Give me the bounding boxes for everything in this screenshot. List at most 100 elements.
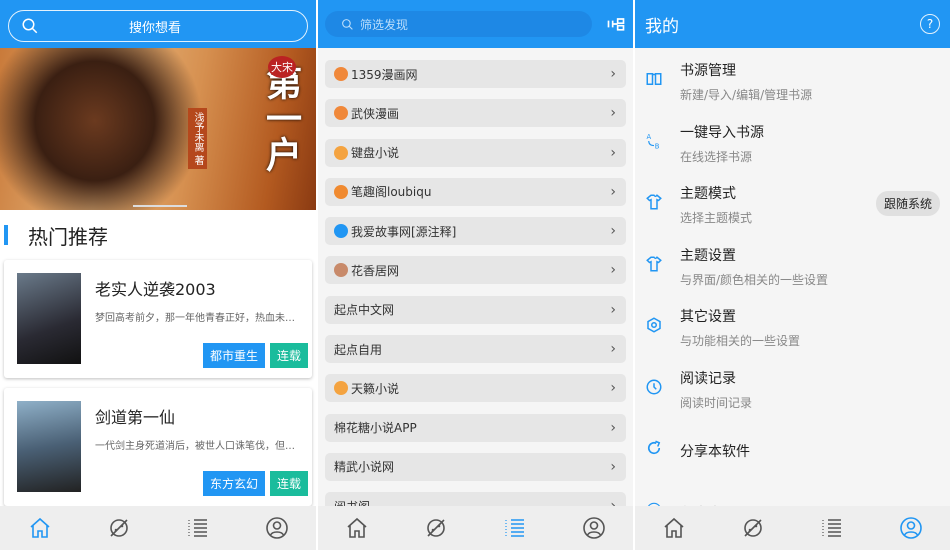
settings-item-subtitle: 新建/导入/编辑/管理书源 [680,88,813,102]
settings-item[interactable]: 主题设置与界面/颜色相关的一些设置 [635,233,950,295]
settings-item[interactable]: A B 一键导入书源 在线选择书源 [635,110,950,172]
chevron-right-icon: › [610,144,616,161]
banner-author: 浅予未离 著 [188,108,207,170]
home-tab-icon[interactable] [659,513,689,543]
source-item[interactable]: 起点自用 › [325,335,626,364]
settings-list: 书源管理 新建/导入/编辑/管理书源 A B 一键导入书源 在线选择书源 主题模式 选择主题模… [635,48,950,540]
chevron-right-icon: › [610,458,616,475]
orange-fan-icon [334,106,348,121]
discover-search-bar[interactable]: 筛选发现 [325,11,592,37]
profile-tab-icon[interactable] [262,513,292,543]
chevron-right-icon: › [610,223,616,240]
home-search-bar[interactable]: 搜你想看 [8,10,308,42]
home-tab-icon[interactable] [342,513,372,543]
genre-tag[interactable]: 东方玄幻 [202,471,265,496]
list-tab-icon[interactable] [183,513,213,543]
bottom-nav [318,506,633,550]
settings-item[interactable]: 分享本软件 [635,417,950,479]
explore-tab-icon[interactable] [421,513,451,543]
chevron-right-icon: › [610,262,616,279]
source-item[interactable]: 起点中文网 › [325,295,626,324]
status-tag[interactable]: 连载 [269,471,308,496]
source-label: 起点中文网 [334,303,395,318]
chevron-right-icon: › [610,66,616,82]
source-item[interactable]: 键盘小说 › [325,138,626,167]
flame-icon [334,184,348,199]
svg-text:B: B [655,142,660,150]
settings-item-title: 书源管理 [680,63,736,79]
home-tab-icon[interactable] [25,513,55,543]
section-title: 热门推荐 [28,224,108,249]
section-header: 热门推荐 [0,210,316,260]
source-label: 我爱故事网[源注释] [351,224,457,239]
search-icon [22,18,38,34]
settings-item[interactable]: 其它设置与功能相关的一些设置 [635,294,950,356]
source-label: 起点自用 [334,342,383,357]
source-item[interactable]: 武侠漫画 › [325,99,626,128]
search-placeholder: 筛选发现 [360,17,409,32]
book-cover [17,401,81,492]
list-tab-icon[interactable] [817,513,847,543]
settings-item-title: 主题设置 [680,247,736,264]
chevron-right-icon: › [610,105,616,122]
banner-carousel[interactable]: 第一户 大宋 浅予未离 著 [0,48,316,210]
source-label: 笔趣阁loubiqu [351,185,432,200]
book-icon [646,73,662,85]
profile-tab-icon[interactable] [896,513,926,543]
discover-header: 筛选发现 [318,0,633,48]
status-tag[interactable]: 连载 [269,343,308,368]
section-accent-bar [4,225,8,245]
source-item[interactable]: 1359漫画网 › [325,60,626,88]
book-title: 老实人逆袭2003 [95,280,216,299]
source-item[interactable]: 我爱故事网[源注释] › [325,217,626,246]
settings-item-title: 阅读记录 [680,370,736,387]
source-item[interactable]: 精武小说网 › [325,452,626,481]
banner-badge: 大宋 [268,56,296,78]
settings-item-title: 一键导入书源 [680,124,764,141]
source-item[interactable]: 棉花糖小说APP › [325,413,626,442]
source-label: 精武小说网 [334,460,395,475]
explore-tab-icon[interactable] [104,513,134,543]
mine-header: 我的 ? [635,0,950,48]
a-to-b-icon: AB [647,132,660,150]
source-list: 1359漫画网 › 武侠漫画 › 键盘小说 › 笔趣阁loubiqu › 我爱故事网[源注释] ›… [318,48,633,521]
genre-tag[interactable]: 都市重生 [202,343,265,368]
chevron-right-icon: › [610,183,616,200]
target-icon [334,224,348,239]
settings-item-subtitle: 与功能相关的一些设置 [680,334,801,348]
chevron-right-icon: › [610,301,616,318]
settings-icon [647,317,661,333]
theme-mode-value[interactable]: 跟随系统 [875,191,940,216]
search-placeholder: 搜你想看 [128,20,181,36]
source-label: 棉花糖小说APP [334,421,417,436]
book-card[interactable]: 老实人逆袭2003 梦回高考前夕，那一年他青春正好，热血未… 都市重生 连载 [4,260,312,378]
group-filter-icon[interactable] [606,14,626,34]
help-icon[interactable]: ? [920,14,940,34]
mine-screen: 我的 ? 书源管理 新建/导入/编辑/管理书源 A B 一键导入书源 在线选择书源 主题模式… [635,0,950,550]
settings-item[interactable]: 主题模式 选择主题模式 跟随系统 [635,171,950,233]
book-cover [17,273,81,364]
profile-tab-icon[interactable] [579,513,609,543]
settings-item-subtitle: 与界面/颜色相关的一些设置 [680,272,829,287]
book-title: 剑道第一仙 [95,408,176,427]
explore-tab-icon[interactable] [738,513,768,543]
share-icon [647,440,661,455]
clock-icon [646,379,662,394]
shirt-icon [646,194,662,210]
settings-item-title: 主题模式 [680,186,736,202]
source-item[interactable]: 花香居网 › [325,256,626,285]
settings-item-title: 其它设置 [680,309,736,325]
book-card[interactable]: 剑道第一仙 一代剑主身死道消后，被世人口诛笔伐，但… 东方玄幻 连载 [4,388,312,506]
source-item[interactable]: 笔趣阁loubiqu › [325,177,626,206]
party-popper-icon [334,145,348,160]
source-label: 天籁小说 [351,381,400,396]
settings-item[interactable]: 阅读记录 阅读时间记录 [635,356,950,418]
orange-fan-icon [334,67,348,81]
flower-icon [334,263,348,278]
chevron-right-icon: › [610,341,616,358]
bottom-nav [0,506,316,550]
home-header: 搜你想看 [0,0,316,48]
settings-item[interactable]: 书源管理新建/导入/编辑/管理书源 [635,48,950,110]
source-item[interactable]: 天籁小说 › [325,374,626,403]
list-tab-icon[interactable] [500,513,530,543]
